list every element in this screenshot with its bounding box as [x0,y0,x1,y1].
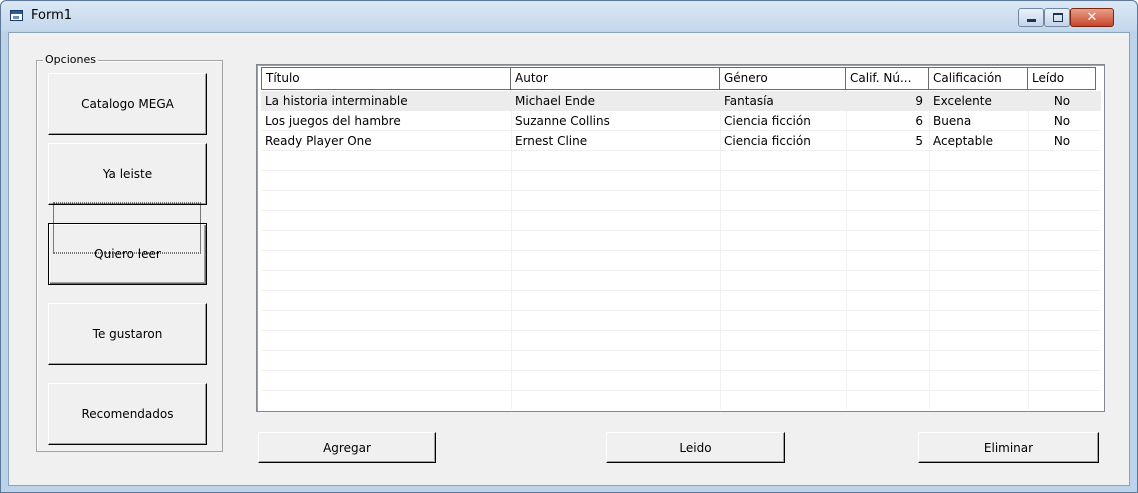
table-row[interactable]: Los juegos del hambre Suzanne Collins Ci… [261,111,1101,131]
close-icon: ✕ [1086,10,1098,25]
cell-leido: No [1053,134,1071,148]
te-gustaron-button[interactable]: Te gustaron [48,303,207,365]
cell-autor: Michael Ende [515,94,595,108]
cell-autor: Ernest Cline [515,134,588,148]
main-window: Form1 ✕ Opciones Catalogo MEGA Ya leiste… [0,0,1138,493]
focus-rectangle [53,202,201,254]
agregar-button[interactable]: Agregar [258,432,436,463]
options-group-label: Opciones [43,53,98,66]
cell-titulo: Los juegos del hambre [265,114,401,128]
close-button[interactable]: ✕ [1070,8,1114,27]
maximize-button[interactable] [1044,8,1070,27]
column-header-titulo[interactable]: Título [261,67,511,90]
cell-calificacion: Buena [933,114,972,128]
quiero-leer-label: Quiero leer [94,247,161,261]
catalogo-mega-label: Catalogo MEGA [81,97,174,111]
column-header-leido[interactable]: Leído [1028,67,1096,90]
cell-leido: No [1053,114,1071,128]
cell-calificacion: Excelente [933,94,992,108]
catalogo-mega-button[interactable]: Catalogo MEGA [48,73,207,135]
leido-button[interactable]: Leido [606,432,785,463]
cell-titulo: Ready Player One [265,134,372,148]
table-row[interactable]: La historia interminable Michael Ende Fa… [261,91,1101,111]
title-bar[interactable]: Form1 ✕ [1,1,1137,31]
cell-titulo: La historia interminable [265,94,408,108]
maximize-icon [1053,13,1063,22]
cell-calif-num: 5 [915,134,923,148]
ya-leiste-button[interactable]: Ya leiste [48,143,207,205]
minimize-icon [1027,19,1036,22]
cell-genero: Ciencia ficción [724,134,811,148]
window-title: Form1 [31,8,73,23]
options-groupbox: Opciones Catalogo MEGA Ya leiste Quiero … [36,53,223,452]
cell-genero: Fantasía [724,94,774,108]
column-header-calificacion[interactable]: Calificación [929,67,1028,90]
table-row[interactable]: Ready Player One Ernest Cline Ciencia fi… [261,131,1101,151]
cell-calif-num: 9 [915,94,923,108]
listview-header: Título Autor Género Calif. Nú... Calific… [261,67,1101,90]
column-header-autor[interactable]: Autor [511,67,720,90]
cell-calif-num: 6 [915,114,923,128]
quiero-leer-button[interactable]: Quiero leer [48,202,207,285]
column-header-genero[interactable]: Género [720,67,846,90]
eliminar-button[interactable]: Eliminar [918,432,1099,463]
minimize-button[interactable] [1018,8,1044,27]
form-client-area: Opciones Catalogo MEGA Ya leiste Quiero … [8,32,1130,486]
cell-genero: Ciencia ficción [724,114,811,128]
app-icon [10,10,23,21]
books-listview[interactable]: Título Autor Género Calif. Nú... Calific… [256,64,1105,412]
agregar-label: Agregar [323,440,371,455]
listview-body: La historia interminable Michael Ende Fa… [261,91,1101,409]
recomendados-button[interactable]: Recomendados [48,383,207,445]
cell-autor: Suzanne Collins [515,114,610,128]
te-gustaron-label: Te gustaron [92,327,163,341]
recomendados-label: Recomendados [81,407,174,421]
cell-leido: No [1053,94,1071,108]
cell-calificacion: Aceptable [933,134,993,148]
column-header-calif-num[interactable]: Calif. Nú... [846,67,929,90]
leido-label: Leido [679,440,712,455]
ya-leiste-label: Ya leiste [102,167,153,181]
eliminar-label: Eliminar [983,440,1034,455]
